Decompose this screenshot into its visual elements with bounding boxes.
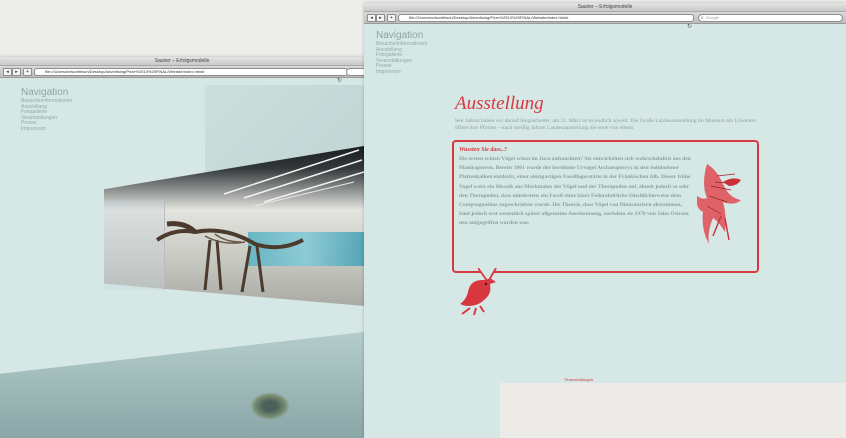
- callout-text: Die ersten echten Vögel schon im Jura au…: [459, 156, 691, 227]
- right-nav-title: Navigation: [376, 30, 424, 41]
- left-nav-item[interactable]: Impressum: [21, 126, 72, 133]
- callout-title: Wussten Sie dass..?: [459, 147, 508, 153]
- page-heading: Ausstellung: [455, 93, 544, 114]
- left-toolbar: ◂ ▸ + file:///Users/nelsonfritsch/Deskto…: [0, 66, 364, 84]
- faded-aquatic-photo: [0, 332, 364, 438]
- back-arrow-icon[interactable]: ◂: [3, 68, 12, 76]
- intro-paragraph: Seit Jahren haben wir darauf hingearbeit…: [455, 118, 757, 132]
- right-nav-list: Besucherinformationen Ausstellung Fotoga…: [376, 41, 427, 76]
- left-address-bar[interactable]: file:///Users/nelsonfritsch/Desktop/Adve…: [34, 68, 348, 76]
- right-window-title: Saurier – Erfolgsmodelle: [577, 4, 633, 10]
- reload-icon[interactable]: ↻: [687, 23, 692, 30]
- fun-fact-callout: Wussten Sie dass..? Die ersten echten Vö…: [452, 140, 759, 273]
- left-nav-list: Besucherinformationen Ausstellung Fotoga…: [21, 98, 72, 133]
- left-window-title: Saurier – Erfolgsmodelle: [154, 58, 210, 64]
- forward-arrow-icon[interactable]: ▸: [376, 14, 385, 22]
- museum-ceiling-lights: [223, 149, 364, 206]
- back-arrow-icon[interactable]: ◂: [367, 14, 376, 22]
- right-address-bar[interactable]: file:///Users/nelsonfritsch/Desktop/Adve…: [398, 14, 694, 22]
- search-icon: ⌕: [701, 15, 704, 21]
- reload-icon[interactable]: ↻: [337, 77, 342, 84]
- right-nav-item[interactable]: Impressum: [376, 69, 427, 76]
- add-bookmark-icon[interactable]: +: [23, 68, 32, 76]
- faded-creature-eye: [250, 392, 290, 420]
- right-title-bar: Saurier – Erfolgsmodelle: [364, 3, 846, 18]
- left-title-bar: Saurier – Erfolgsmodelle: [0, 57, 364, 72]
- right-search-field[interactable]: Google: [698, 14, 843, 22]
- left-search-field[interactable]: [346, 68, 364, 76]
- page-bottom-area: [500, 383, 846, 438]
- dinosaur-skeleton-graphic: [155, 221, 304, 293]
- right-toolbar: ◂ ▸ + file:///Users/nelsonfritsch/Deskto…: [364, 12, 846, 30]
- right-browser-window: Saurier – Erfolgsmodelle ◂ ▸ + file:///U…: [364, 3, 846, 438]
- forward-arrow-icon[interactable]: ▸: [12, 68, 21, 76]
- red-bird-icon: [460, 278, 496, 316]
- archaeopteryx-illustration: [697, 164, 741, 244]
- left-nav-title: Navigation: [21, 87, 69, 98]
- footer-link-veranstaltungen[interactable]: Veranstaltungen: [564, 377, 593, 382]
- add-bookmark-icon[interactable]: +: [387, 14, 396, 22]
